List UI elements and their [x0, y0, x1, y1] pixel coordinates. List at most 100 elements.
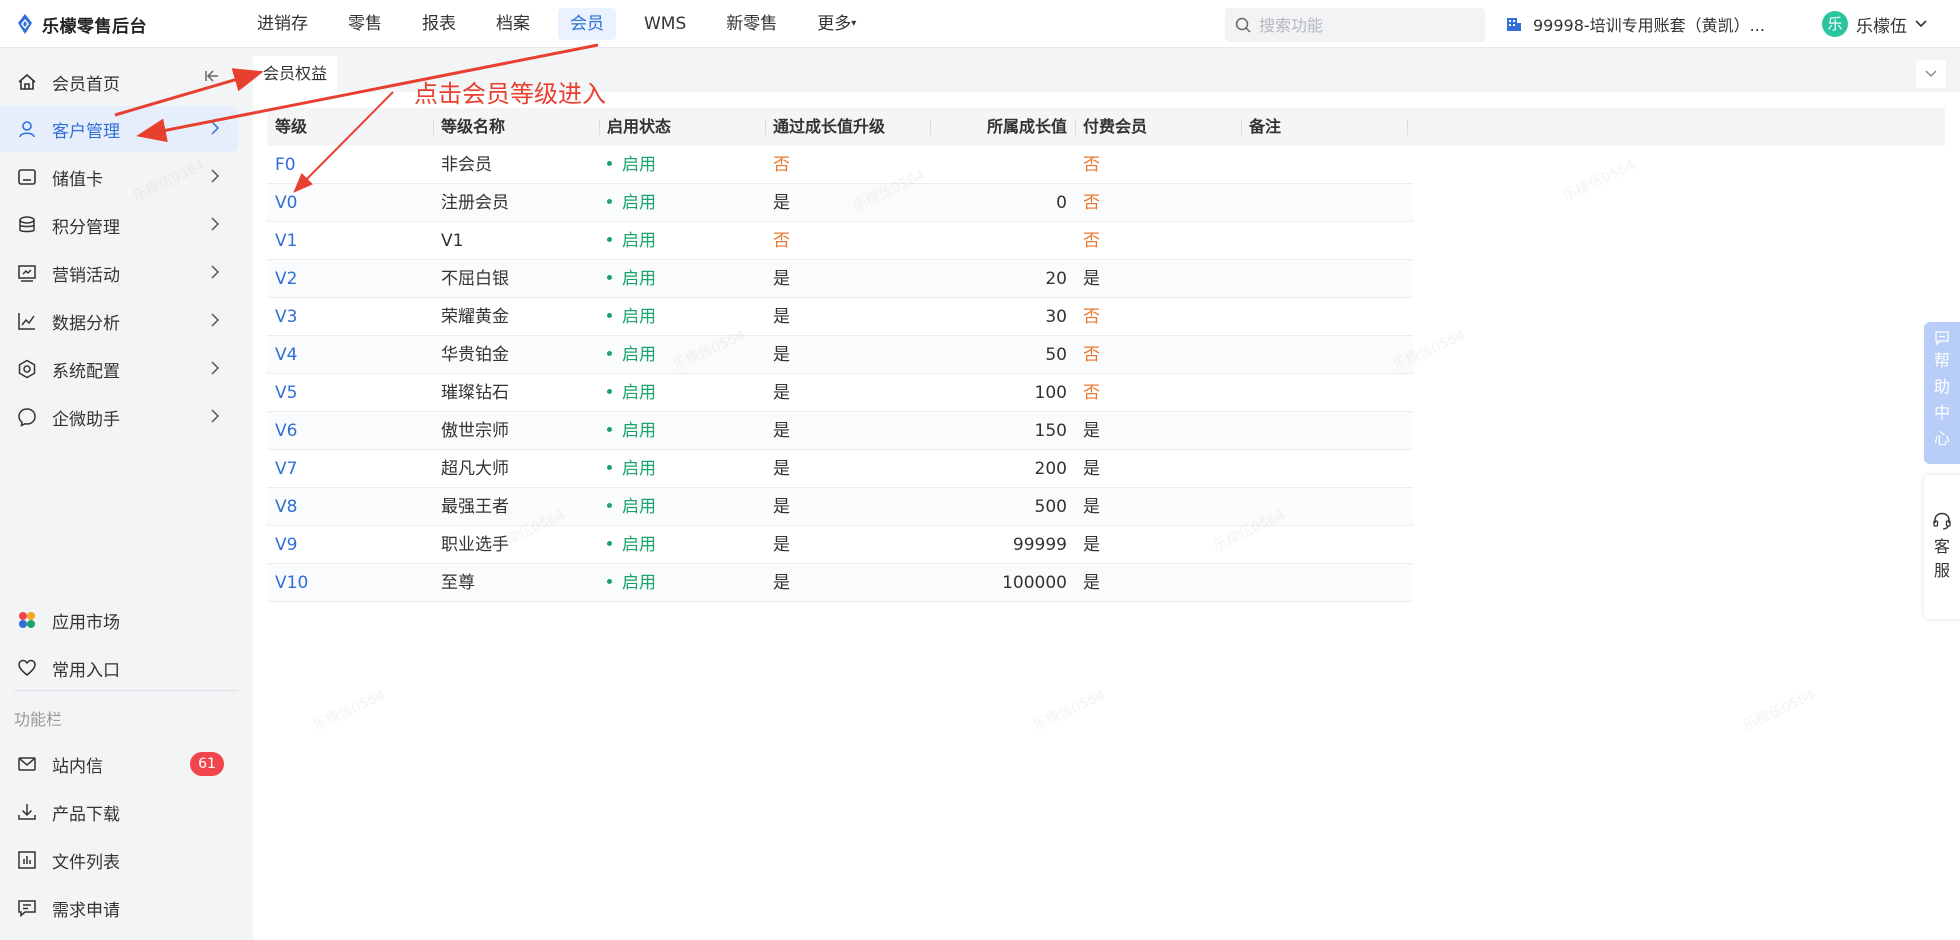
topnav-member[interactable]: 会员 [558, 8, 616, 40]
cell-level[interactable]: V9 [267, 526, 433, 564]
table-row[interactable]: V6 傲世宗师 启用 是 150 是 [267, 412, 1413, 450]
cell-level[interactable]: V6 [267, 412, 433, 450]
topnav-reports[interactable]: 报表 [410, 8, 468, 40]
cell-growth-value: 200 [1034, 459, 1067, 479]
table-row[interactable]: F0 非会员 启用 否 否 [267, 146, 1413, 184]
topnav-new-retail[interactable]: 新零售 [714, 8, 789, 40]
cell-note [1241, 298, 1407, 336]
cell-level[interactable]: V4 [267, 336, 433, 374]
cell-paid-member: 是 [1083, 269, 1100, 289]
table-row[interactable]: V1 V1 启用 否 否 [267, 222, 1413, 260]
table-row[interactable]: V8 最强王者 启用 是 500 是 [267, 488, 1413, 526]
cell-level[interactable]: V1 [267, 222, 433, 260]
sidebar: 会员首页 客户管理 储值卡 积分管理 营销活动 数据分析 系统配置 企微助手 应… [0, 48, 253, 940]
sidebar-item-inbox[interactable]: 站内信 61 [0, 741, 238, 787]
cell-level-name: 璀璨钻石 [441, 383, 509, 403]
cell-level-name: 注册会员 [441, 193, 509, 213]
sidebar-item-product-download[interactable]: 产品下载 [0, 789, 238, 835]
topnav-archive[interactable]: 档案 [484, 8, 542, 40]
help-char: 帮 [1933, 351, 1950, 370]
cell-status: 启用 [599, 564, 765, 602]
table-row[interactable]: V7 超凡大师 启用 是 200 是 [267, 450, 1413, 488]
sidebar-item-marketing[interactable]: 营销活动 [0, 250, 238, 296]
cell-level[interactable]: V0 [267, 184, 433, 222]
topnav-wms[interactable]: WMS [632, 8, 698, 40]
sidebar-item-wecom-assistant[interactable]: 企微助手 [0, 394, 238, 440]
cell-growth-upgrade: 否 [773, 155, 790, 175]
sidebar-item-label: 应用市场 [52, 612, 120, 633]
cell-growth-upgrade: 是 [773, 269, 790, 289]
column-header-growth-value: 所属成长值 [986, 117, 1067, 136]
cell-level-name: 超凡大师 [441, 459, 509, 479]
sidebar-item-data-analysis[interactable]: 数据分析 [0, 298, 238, 344]
chevron-right-icon [211, 265, 220, 279]
sidebar-item-label: 企微助手 [52, 409, 120, 430]
mail-icon [16, 753, 38, 775]
chevron-right-icon [211, 313, 220, 327]
cell-level[interactable]: V5 [267, 374, 433, 412]
chevron-down-icon [1915, 20, 1927, 28]
sidebar-item-points[interactable]: 积分管理 [0, 202, 238, 248]
table-row[interactable]: V0 注册会员 启用 是 0 否 [267, 184, 1413, 222]
column-header-status: 启用状态 [607, 117, 672, 136]
cell-growth-upgrade: 否 [773, 231, 790, 251]
table-header: 等级 等级名称 启用状态 通过成长值升级 所属成长值 付费会员 备注 [267, 108, 1945, 146]
topnav-inventory[interactable]: 进销存 [245, 8, 320, 40]
cell-note [1241, 374, 1407, 412]
table-row[interactable]: V3 荣耀黄金 启用 是 30 否 [267, 298, 1413, 336]
collapse-sidebar-icon[interactable] [204, 68, 220, 84]
status-text: 启用 [622, 573, 656, 593]
sidebar-item-system-config[interactable]: 系统配置 [0, 346, 238, 392]
status-dot-icon [607, 161, 612, 166]
account-switcher[interactable]: 99998-培训专用账套（黄凯）... [1505, 12, 1765, 36]
sidebar-item-label: 会员首页 [52, 74, 120, 95]
cell-growth-upgrade: 是 [773, 383, 790, 403]
cell-level[interactable]: V10 [267, 564, 433, 602]
sidebar-item-label: 营销活动 [52, 265, 120, 286]
topnav-retail[interactable]: 零售 [336, 8, 394, 40]
annotation-text: 点击会员等级进入 [414, 80, 606, 108]
status-dot-icon [607, 275, 612, 280]
table-row[interactable]: V10 至尊 启用 是 100000 是 [267, 564, 1413, 602]
sidebar-item-customer-management[interactable]: 客户管理 [0, 106, 238, 152]
sidebar-item-file-list[interactable]: 文件列表 [0, 837, 238, 883]
sidebar-item-member-home[interactable]: 会员首页 [0, 59, 238, 105]
cell-level-name: 职业选手 [441, 535, 509, 555]
table-row[interactable]: V2 不屈白银 启用 是 20 是 [267, 260, 1413, 298]
search-input[interactable] [1259, 15, 1459, 35]
cell-status: 启用 [599, 526, 765, 564]
search-box[interactable] [1225, 8, 1485, 42]
column-header-level-name: 等级名称 [441, 117, 506, 136]
user-icon [16, 118, 38, 140]
cell-level[interactable]: F0 [267, 146, 433, 184]
table-row[interactable]: V4 华贵铂金 启用 是 50 否 [267, 336, 1413, 374]
chevron-right-icon [211, 169, 220, 183]
status-dot-icon [607, 351, 612, 356]
cell-level-name: 最强王者 [441, 497, 509, 517]
cell-growth-upgrade: 是 [773, 193, 790, 213]
cell-level-name: 华贵铂金 [441, 345, 509, 365]
chat-icon [16, 406, 38, 428]
table-row[interactable]: V5 璀璨钻石 启用 是 100 否 [267, 374, 1413, 412]
sidebar-item-stored-value-card[interactable]: 储值卡 [0, 154, 238, 200]
status-text: 启用 [622, 193, 656, 213]
topnav-more[interactable]: 更多▾ [805, 8, 868, 40]
table-row[interactable]: V9 职业选手 启用 是 99999 是 [267, 526, 1413, 564]
app-logo[interactable]: 乐檬零售后台 [16, 12, 147, 37]
cell-level[interactable]: V8 [267, 488, 433, 526]
cell-note [1241, 260, 1407, 298]
sidebar-item-app-market[interactable]: 应用市场 [0, 597, 238, 643]
sidebar-item-request[interactable]: 需求申请 [0, 885, 238, 931]
user-menu[interactable]: 乐 乐檬伍 [1822, 10, 1927, 38]
cell-level[interactable]: V7 [267, 450, 433, 488]
cell-level[interactable]: V3 [267, 298, 433, 336]
tab-dropdown-button[interactable] [1916, 60, 1946, 88]
help-center-button[interactable]: 帮 助 中 心 [1924, 322, 1960, 464]
column-resizer[interactable] [1407, 119, 1408, 135]
tab-member-benefits[interactable]: 会员权益 [253, 56, 338, 92]
column-header-level: 等级 [275, 117, 308, 136]
customer-service-button[interactable]: 客 服 [1924, 475, 1960, 619]
sidebar-item-favorites[interactable]: 常用入口 [0, 645, 238, 691]
cell-level[interactable]: V2 [267, 260, 433, 298]
heart-icon [16, 657, 38, 679]
